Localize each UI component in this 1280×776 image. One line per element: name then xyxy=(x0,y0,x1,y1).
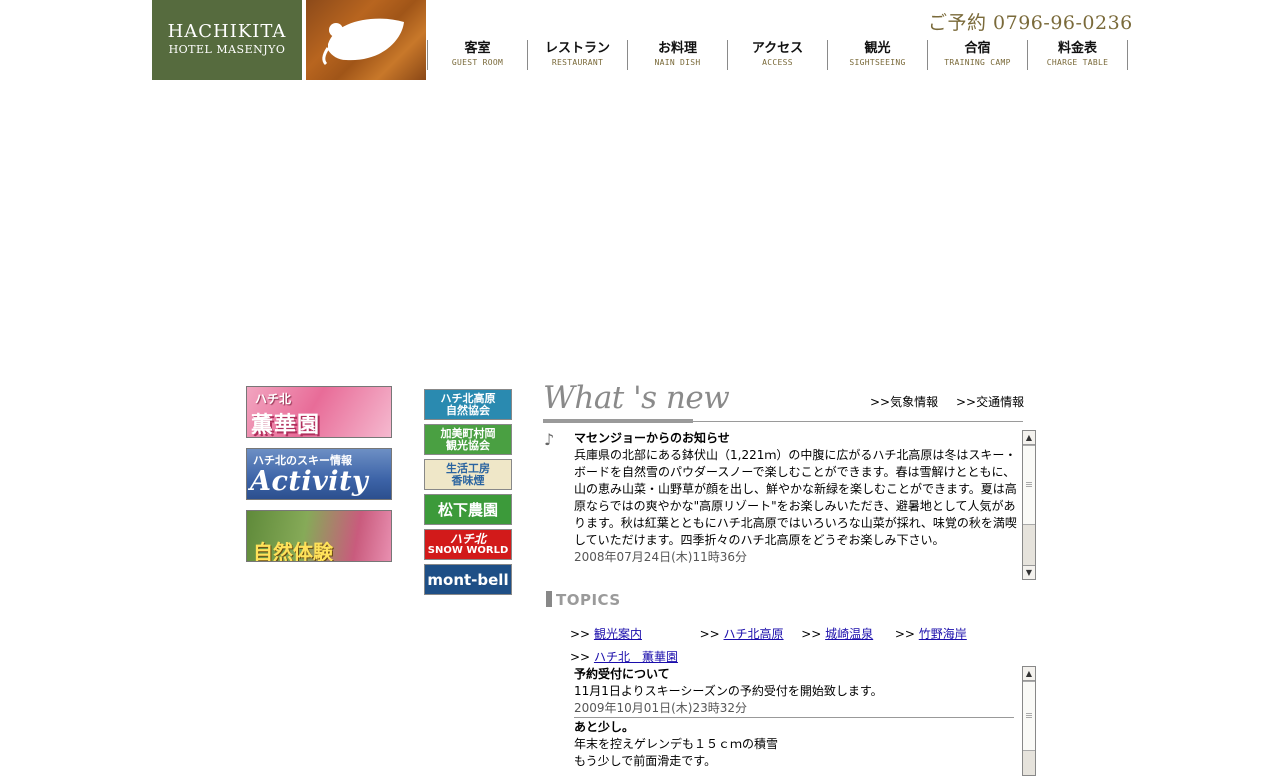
weather-info-link[interactable]: >>気象情報 xyxy=(870,395,938,409)
scroll-thumb[interactable] xyxy=(1023,681,1035,751)
divider xyxy=(693,421,1023,422)
info-links: >>気象情報 >>交通情報 xyxy=(870,393,1038,410)
topic-links-row: >> ハチ北 薫華園 xyxy=(570,648,678,665)
nav-label: 客室 xyxy=(464,41,491,56)
banner-label-big: Activity xyxy=(250,466,369,497)
topic-link-kunkaen[interactable]: ハチ北 薫華園 xyxy=(594,650,678,664)
nav-label: アクセス xyxy=(751,41,804,56)
link-prefix: >> xyxy=(570,650,591,664)
kami-muraoka-tourism-link[interactable]: 加美町村岡 観光協会 xyxy=(424,424,512,455)
topic-date: 2009年10月01日(木)23時32分 xyxy=(574,701,747,715)
nav-restaurant[interactable]: レストラン RESTAURANT xyxy=(527,40,627,70)
link-line: ハチ北高原 xyxy=(440,391,496,405)
nav-label: レストラン xyxy=(544,41,610,56)
nav-label-en: ACCESS xyxy=(762,58,793,67)
topic-links-row: >> 観光案内 >> ハチ北高原 >> 城崎温泉 >> 竹野海岸 xyxy=(570,625,967,642)
banner-label-big: 薫華園 xyxy=(251,413,321,438)
nature-experience-banner[interactable]: 自然体験 xyxy=(246,510,392,562)
news-date: 2008年07月24日(木)11時36分 xyxy=(574,550,747,564)
reservation-phone: ご予約 0796-96-0236 xyxy=(928,12,1133,34)
topic-item: 予約受付について 11月1日よりスキーシーズンの予約受付を開始致します。 200… xyxy=(574,666,1014,718)
scroll-down-icon[interactable]: ▼ xyxy=(1023,565,1035,579)
seikatsu-kobo-link[interactable]: 生活工房 香味煙 xyxy=(424,459,512,490)
topic-link-kinosaki[interactable]: 城崎温泉 xyxy=(825,627,873,641)
scroll-up-icon[interactable]: ▲ xyxy=(1023,667,1035,681)
nav-label: 料金表 xyxy=(1057,41,1097,56)
scroll-thumb[interactable] xyxy=(1023,445,1035,525)
news-scrollbar[interactable]: ▲ ▼ xyxy=(1022,430,1036,580)
link-line: SNOW WORLD xyxy=(427,544,509,556)
topic-link-hachikita[interactable]: ハチ北高原 xyxy=(724,627,784,641)
scroll-up-icon[interactable]: ▲ xyxy=(1023,431,1035,445)
link-line: 自然協会 xyxy=(446,403,490,417)
leaf-logo-image[interactable] xyxy=(306,0,426,80)
topic-heading: 予約受付について xyxy=(574,667,670,681)
topic-link-takeno[interactable]: 竹野海岸 xyxy=(919,627,967,641)
news-body: 兵庫県の北部にある鉢伏山（1,221ｍ）の中腹に広がるハチ北高原は冬はスキー・ボ… xyxy=(574,448,1017,547)
nav-access[interactable]: アクセス ACCESS xyxy=(727,40,827,70)
link-prefix: >> xyxy=(801,627,822,641)
whats-new-title: What 's new xyxy=(543,380,730,416)
logo-title: HACHIKITA xyxy=(167,21,287,42)
logo-subtitle: HOTEL MASENJYO xyxy=(168,43,286,56)
topics-title: TOPICS xyxy=(556,591,621,609)
topic-body: 年末を控えゲレンデも１５ｃｍの積雪 xyxy=(574,737,779,751)
nav-training-camp[interactable]: 合宿 TRAINING CAMP xyxy=(927,40,1027,70)
nav-label-en: GUEST ROOM xyxy=(451,58,504,67)
topic-body: 11月1日よりスキーシーズンの予約受付を開始致します。 xyxy=(574,684,883,698)
nav-label: 観光 xyxy=(864,41,891,56)
montbell-link[interactable]: mont-bell xyxy=(424,564,512,595)
topic-body: もう少しで前面滑走です。 xyxy=(574,754,717,768)
link-prefix: >> xyxy=(699,627,720,641)
swirl-icon: ♪ xyxy=(544,430,555,449)
topic-item: あと少し。 年末を控えゲレンデも１５ｃｍの積雪 もう少しで前面滑走です。 xyxy=(574,719,1014,770)
link-line: ハチ北 xyxy=(449,531,486,546)
leaf-icon xyxy=(322,18,404,66)
link-line: 生活工房 xyxy=(446,461,490,475)
banner-label-small: ハチ北 xyxy=(255,392,292,406)
topics-scroll-box[interactable]: 予約受付について 11月1日よりスキーシーズンの予約受付を開始致します。 200… xyxy=(574,666,1014,776)
link-line: 香味煙 xyxy=(451,473,485,487)
nav-label: お料理 xyxy=(657,41,697,56)
matsushita-farm-link[interactable]: 松下農園 xyxy=(424,494,512,525)
hachikita-nature-association-link[interactable]: ハチ北高原 自然協会 xyxy=(424,389,512,420)
hotel-logo[interactable]: HACHIKITA HOTEL MASENJYO xyxy=(152,0,302,80)
nav-label-en: CHARGE TABLE xyxy=(1046,58,1109,67)
nav-guest-room[interactable]: 客室 GUEST ROOM xyxy=(427,40,527,70)
nav-label-en: SIGHTSEEING xyxy=(849,58,906,67)
nav-label-en: RESTAURANT xyxy=(551,58,604,67)
title-underline xyxy=(543,419,693,423)
news-heading: マセンジョーからのお知らせ xyxy=(574,431,730,445)
topics-scrollbar[interactable]: ▲ xyxy=(1022,666,1036,776)
nav-charge-table[interactable]: 料金表 CHARGE TABLE xyxy=(1027,40,1128,70)
link-prefix: >> xyxy=(894,627,915,641)
link-line: 観光協会 xyxy=(446,438,490,452)
nav-main-dish[interactable]: お料理 NAIN DISH xyxy=(627,40,727,70)
nav-label: 合宿 xyxy=(964,41,991,56)
nav-sightseeing[interactable]: 観光 SIGHTSEEING xyxy=(827,40,927,70)
link-line: mont-bell xyxy=(427,570,509,589)
banner-label-big: 自然体験 xyxy=(253,540,333,562)
traffic-info-link[interactable]: >>交通情報 xyxy=(956,395,1024,409)
news-scroll-box[interactable]: マセンジョーからのお知らせ 兵庫県の北部にある鉢伏山（1,221ｍ）の中腹に広が… xyxy=(574,430,1022,579)
topics-marker xyxy=(546,591,552,607)
activity-banner[interactable]: ハチ北のスキー情報 Activity xyxy=(246,448,392,500)
nav-label-en: TRAINING CAMP xyxy=(944,58,1011,67)
link-line: 加美町村岡 xyxy=(440,426,496,440)
main-nav: 客室 GUEST ROOM レストラン RESTAURANT お料理 NAIN … xyxy=(427,40,1128,70)
kunkaen-banner[interactable]: ハチ北 薫華園 xyxy=(246,386,392,438)
topic-heading: あと少し。 xyxy=(574,720,635,734)
link-prefix: >> xyxy=(570,627,591,641)
snow-world-link[interactable]: ハチ北 SNOW WORLD xyxy=(424,529,512,560)
nav-label-en: NAIN DISH xyxy=(654,58,701,67)
link-line: 松下農園 xyxy=(437,500,498,519)
topic-link-sightseeing[interactable]: 観光案内 xyxy=(594,627,642,641)
